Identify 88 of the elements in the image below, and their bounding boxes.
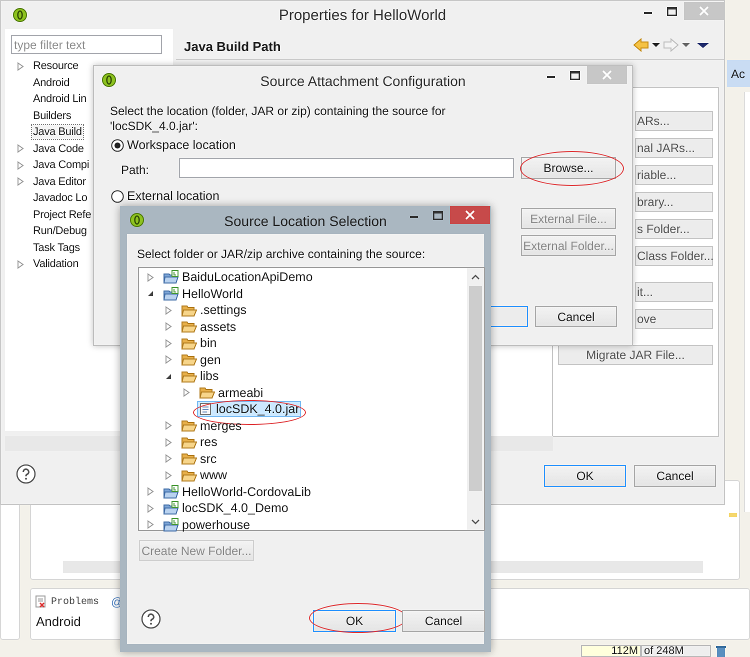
- side-button[interactable]: Class Folder...: [635, 246, 713, 266]
- tree-item[interactable]: libs: [179, 368, 221, 384]
- problems-icon: [35, 595, 47, 609]
- nav-item[interactable]: Java Editor: [31, 174, 88, 190]
- window-title: Properties for HelloWorld: [278, 6, 448, 26]
- app-icon: [130, 213, 144, 227]
- filter-field[interactable]: type filter text: [11, 35, 162, 54]
- side-button[interactable]: ove: [635, 309, 713, 329]
- radio-label[interactable]: Workspace location: [127, 136, 236, 155]
- forward-arrow-icon: [663, 38, 679, 52]
- radio-button[interactable]: [111, 138, 124, 152]
- maximize-icon: [570, 70, 580, 80]
- dialog-button[interactable]: [490, 306, 528, 327]
- dropdown-icon: [682, 42, 690, 48]
- tree-item[interactable]: www: [179, 467, 230, 484]
- minimize-icon: [410, 216, 418, 218]
- list-row-text: Android: [36, 613, 81, 631]
- prompt-text: Select folder or JAR/zip archive containing the source:: [137, 246, 426, 263]
- cancel-button[interactable]: Cancel: [535, 306, 617, 327]
- path-field[interactable]: [179, 158, 514, 178]
- tree-item[interactable]: merges: [179, 418, 244, 434]
- dialog-title: Source Location Selection: [223, 212, 388, 231]
- nav-item[interactable]: Android: [31, 74, 72, 91]
- tree-item[interactable]: res: [179, 434, 220, 450]
- back-arrow-icon: [633, 38, 649, 52]
- nav-item[interactable]: Builders: [31, 108, 74, 124]
- memory-total: of 248M: [641, 645, 711, 657]
- side-button[interactable]: riable...: [635, 165, 713, 185]
- nav-item[interactable]: Javadoc Lo: [31, 190, 90, 206]
- field-label: Path:: [121, 162, 150, 179]
- side-button[interactable]: s Folder...: [635, 219, 713, 239]
- side-button[interactable]: it...: [635, 282, 713, 302]
- app-icon: [13, 8, 27, 22]
- maximize-icon: [433, 210, 443, 220]
- trash-icon: [715, 645, 727, 657]
- close-icon: [465, 210, 475, 220]
- close-icon: [699, 6, 709, 16]
- scroll-up-icon: [471, 274, 480, 280]
- tree-item[interactable]: HelloWorld-CordovaLib: [161, 484, 313, 500]
- page-title: Java Build Path: [184, 38, 281, 56]
- scrollbar-thumb[interactable]: [469, 286, 482, 491]
- nav-item[interactable]: Android Lin: [31, 91, 88, 108]
- dropdown-icon: [652, 42, 660, 48]
- tab-label[interactable]: Problems: [51, 594, 100, 610]
- radio-label[interactable]: External location: [127, 187, 220, 206]
- nav-item[interactable]: Java Compi: [31, 157, 92, 174]
- tree-item[interactable]: BaiduLocationApiDemo: [161, 269, 315, 286]
- nav-item[interactable]: Resource: [31, 58, 80, 74]
- tree-item[interactable]: .settings: [179, 302, 249, 318]
- browse-button[interactable]: Browse...: [521, 157, 616, 179]
- side-button[interactable]: ARs...: [635, 111, 713, 131]
- nav-item[interactable]: Run/Debug: [31, 223, 89, 240]
- radio-button[interactable]: [111, 190, 124, 203]
- nav-item[interactable]: Task Tags: [31, 240, 82, 256]
- tree-item[interactable]: armeabi: [197, 384, 266, 401]
- tree-item[interactable]: bin: [179, 335, 219, 352]
- nav-item[interactable]: Validation: [31, 256, 80, 272]
- dialog-button[interactable]: Cancel: [634, 465, 716, 487]
- dialog-button[interactable]: OK: [313, 610, 396, 632]
- maximize-icon: [667, 6, 677, 16]
- memory-used: 112M: [581, 645, 641, 657]
- side-button[interactable]: brary...: [635, 192, 713, 212]
- tree-item[interactable]: gen: [179, 352, 223, 368]
- tree-item[interactable]: locSDK_4.0.jar: [197, 401, 302, 418]
- nav-item[interactable]: Java Build: [31, 124, 84, 140]
- tree-item[interactable]: src: [179, 450, 219, 467]
- tree-item[interactable]: powerhouse: [161, 516, 252, 533]
- tree-item[interactable]: HelloWorld: [161, 286, 245, 302]
- minimize-icon: [644, 12, 652, 14]
- help-icon: [141, 609, 161, 629]
- marker-icon: [729, 513, 737, 517]
- app-icon: [102, 73, 116, 87]
- side-button[interactable]: Migrate JAR File...: [558, 345, 713, 365]
- scroll-down-icon: [471, 519, 480, 525]
- dialog-button[interactable]: OK: [544, 465, 626, 487]
- minimize-icon: [547, 76, 555, 78]
- close-button[interactable]: [450, 206, 490, 224]
- help-icon: [16, 464, 36, 484]
- dialog-button[interactable]: Cancel: [402, 610, 485, 632]
- prompt-text: Select the location (folder, JAR or zip) containing the source for 'locSDK_4.0.jar':: [110, 104, 446, 134]
- dialog-title: Source Attachment Configuration: [259, 72, 467, 91]
- nav-item[interactable]: Java Code: [31, 140, 86, 157]
- nav-item[interactable]: Project Refe: [31, 206, 94, 223]
- tree-item[interactable]: locSDK_4.0_Demo: [161, 500, 290, 516]
- close-icon: [602, 70, 612, 80]
- view-menu-icon: [697, 42, 709, 48]
- side-button[interactable]: nal JARs...: [635, 138, 713, 158]
- tree-item[interactable]: assets: [179, 318, 238, 335]
